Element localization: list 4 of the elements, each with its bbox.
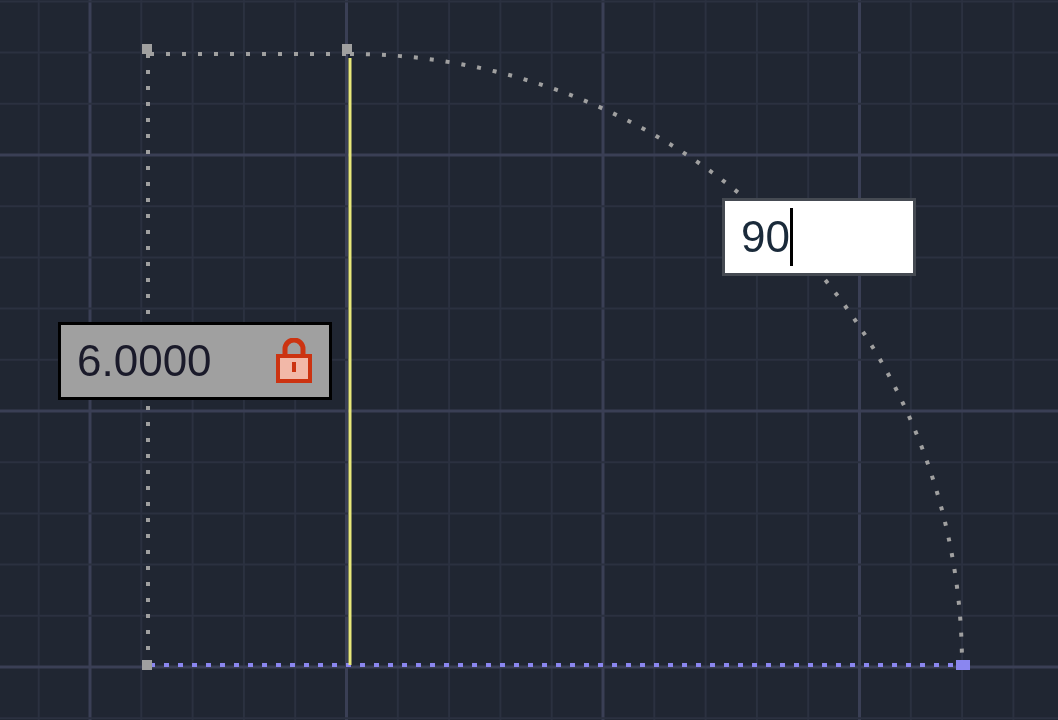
- angle-input-field[interactable]: 90: [722, 198, 916, 276]
- dimension-field[interactable]: 6.0000: [58, 322, 332, 400]
- dimension-value: 6.0000: [77, 339, 212, 383]
- lock-icon[interactable]: [275, 338, 313, 384]
